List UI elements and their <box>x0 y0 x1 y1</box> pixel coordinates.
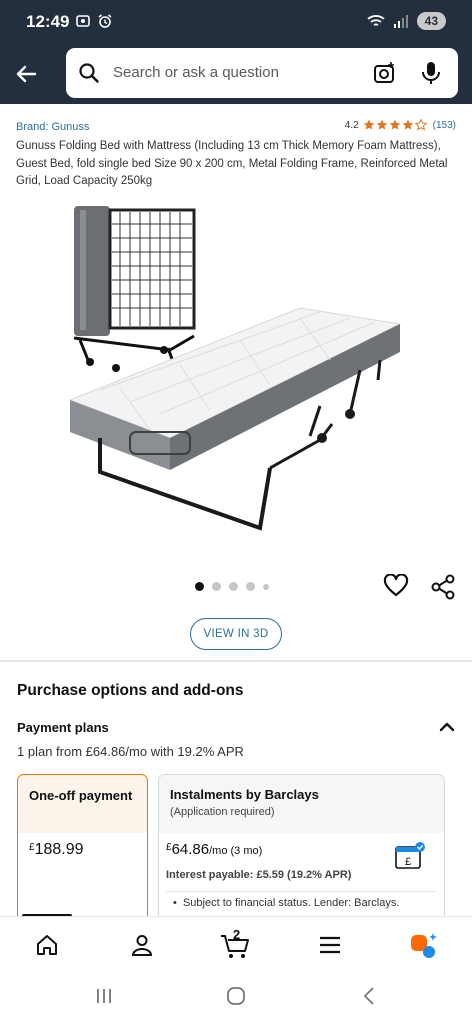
search-header: Search or ask a question <box>0 44 472 104</box>
carousel-dot[interactable] <box>229 582 238 591</box>
back-arrow-icon <box>16 65 37 83</box>
star-empty-icon <box>414 119 427 131</box>
hamburger-menu-icon <box>320 936 340 954</box>
card-divider <box>166 891 436 892</box>
chevron-up-icon[interactable] <box>438 718 456 736</box>
signal-icon <box>393 15 408 28</box>
nav-home[interactable] <box>31 929 63 961</box>
home-icon <box>37 935 57 955</box>
wifi-icon <box>367 15 385 26</box>
product-image[interactable] <box>60 200 410 540</box>
battery-indicator: 43 <box>416 12 446 30</box>
account-icon <box>131 935 153 956</box>
payment-plans-title[interactable]: Payment plans <box>17 720 109 735</box>
status-system-icons: 43 <box>367 12 446 30</box>
folded-bed-illustration <box>73 206 196 372</box>
wishlist-heart-icon[interactable] <box>383 574 409 598</box>
search-input[interactable]: Search or ask a question <box>66 48 458 98</box>
status-notification-icons <box>75 13 113 29</box>
back-button[interactable] <box>10 58 42 90</box>
status-time: 12:49 <box>26 12 70 31</box>
nav-account[interactable] <box>126 929 158 961</box>
section-divider <box>0 660 472 662</box>
calendar-pound-icon: £ <box>395 842 425 869</box>
share-icon[interactable] <box>430 574 456 600</box>
open-bed-illustration <box>68 307 402 531</box>
carousel-dot[interactable] <box>263 583 269 590</box>
payment-plans-subtitle: 1 plan from £64.86/mo with 19.2% APR <box>17 744 244 759</box>
barclays-note: (Application required) <box>170 806 275 818</box>
brand-rating-row: Brand: Gunuss 4.2 (153) <box>16 119 456 137</box>
star-full-icon <box>376 119 387 130</box>
system-navigation-bar <box>0 972 472 1024</box>
barclays-header: Instalments by Barclays (Application req… <box>159 775 444 833</box>
barclays-instalments-option[interactable]: Instalments by Barclays (Application req… <box>158 774 445 916</box>
one-off-payment-option[interactable]: One-off payment £188.99 <box>17 774 148 916</box>
alarm-icon <box>98 14 112 28</box>
nav-menu[interactable] <box>314 929 346 961</box>
home-circle-icon[interactable] <box>226 986 246 1006</box>
nav-alexa-assistant[interactable] <box>408 929 440 961</box>
product-title: Gunuss Folding Bed with Mattress (Includ… <box>16 140 448 187</box>
one-off-price: £188.99 <box>29 841 84 858</box>
recent-apps-icon[interactable] <box>94 986 114 1006</box>
one-off-title: One-off payment <box>18 775 147 833</box>
search-placeholder: Search or ask a question <box>113 64 279 81</box>
star-full-icon <box>402 119 413 130</box>
cart-count: 2 <box>233 927 241 942</box>
alexa-assistant-icon <box>411 933 437 958</box>
star-full-icon <box>363 119 374 130</box>
view-in-3d-button[interactable]: VIEW IN 3D <box>190 618 282 650</box>
svg-text:£: £ <box>405 856 411 868</box>
microphone-icon[interactable] <box>420 60 442 86</box>
star-full-icon <box>389 119 400 130</box>
carousel-dot[interactable] <box>246 582 255 591</box>
screen-record-icon <box>76 15 90 27</box>
rating-summary[interactable]: 4.2 (153) <box>345 119 456 131</box>
camera-scan-icon[interactable] <box>372 60 398 86</box>
barclays-terms-bullet: • Subject to financial status. Lender: B… <box>173 897 400 909</box>
barclays-title: Instalments by Barclays <box>170 787 319 802</box>
rating-count: (153) <box>432 119 456 131</box>
rating-value: 4.2 <box>344 119 359 131</box>
search-icon <box>79 63 99 83</box>
interest-payable: Interest payable: £5.59 (19.2% APR) <box>166 869 352 881</box>
image-carousel-dots[interactable] <box>195 582 269 591</box>
star-rating <box>363 119 427 131</box>
brand-link[interactable]: Brand: Gunuss <box>16 121 89 133</box>
barclays-monthly-price: £64.86/mo (3 mo) <box>166 841 263 858</box>
nav-cart[interactable]: 2 <box>220 927 252 961</box>
purchase-options-title: Purchase options and add-ons <box>17 682 244 699</box>
status-bar: 12:49 43 <box>0 0 472 44</box>
product-content: Brand: Gunuss 4.2 (153) Gunuss Folding B… <box>0 104 472 916</box>
carousel-dot-active[interactable] <box>195 582 204 591</box>
bottom-navigation: 2 <box>0 916 472 972</box>
system-back-icon[interactable] <box>360 986 380 1006</box>
carousel-dot[interactable] <box>212 582 221 591</box>
